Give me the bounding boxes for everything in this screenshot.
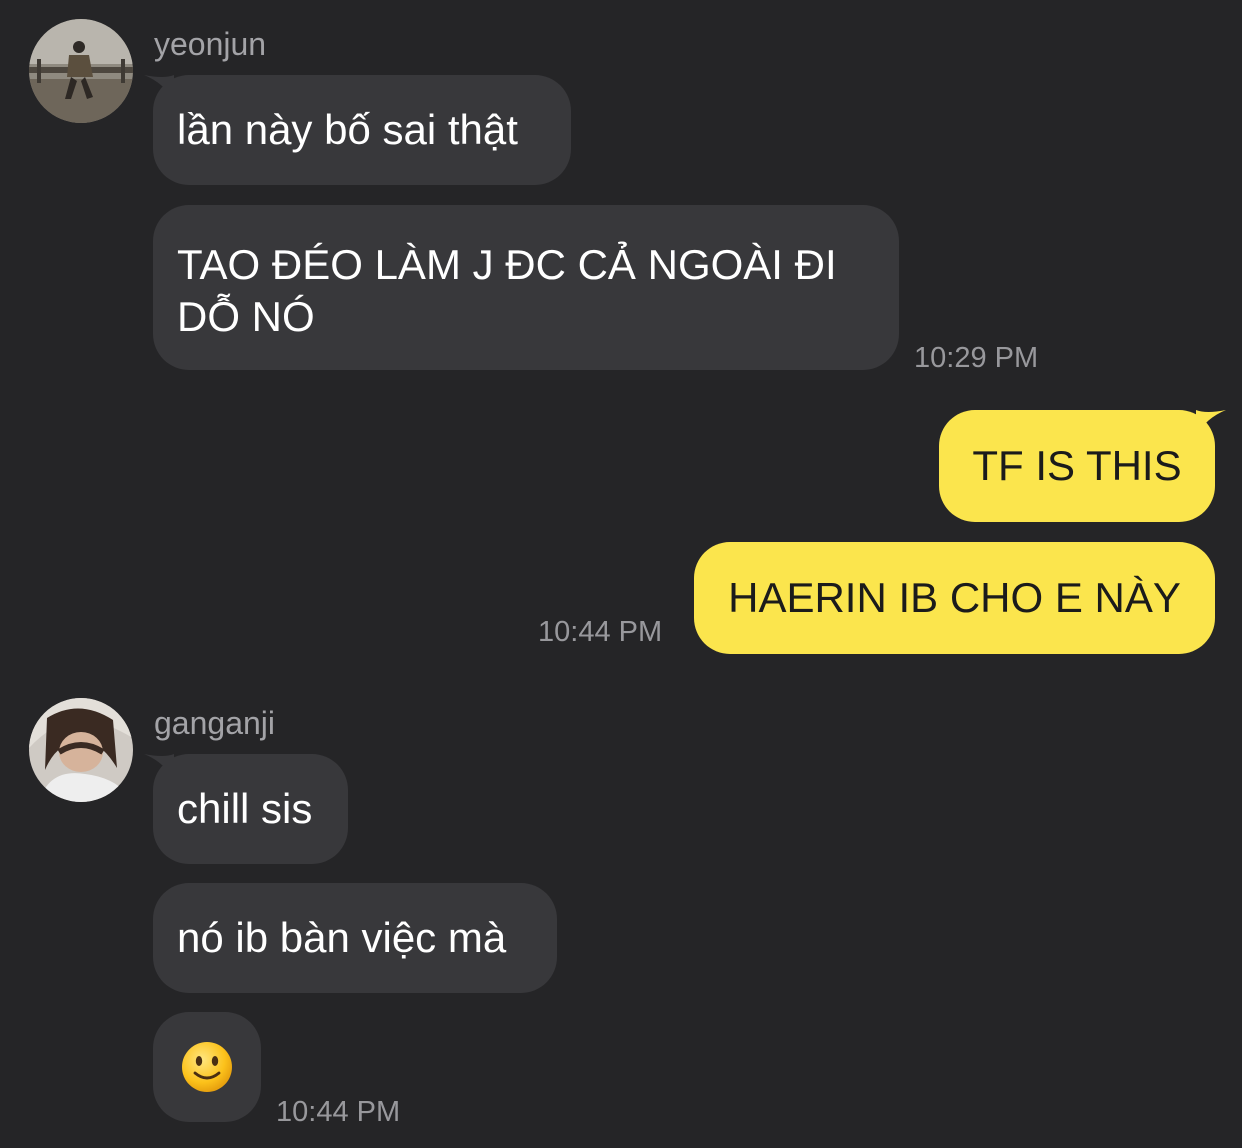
message-bubble[interactable]: nó ib bàn việc mà <box>153 883 557 993</box>
bubble-tail <box>144 754 174 780</box>
bubble-tail <box>144 75 174 101</box>
message-bubble[interactable]: TF IS THIS <box>939 410 1215 522</box>
message-timestamp: 10:29 PM <box>914 342 1039 374</box>
sender-name: yeonjun <box>154 26 267 62</box>
profile-photo-icon <box>29 698 133 802</box>
message-text: HAERIN IB CHO E NÀY <box>728 574 1181 621</box>
message-text: chill sis <box>177 785 313 832</box>
message-bubble[interactable]: TAO ĐÉO LÀM J ĐC CẢ NGOÀI ĐI DỖ NÓ <box>153 205 899 370</box>
sender-name: ganganji <box>154 705 275 741</box>
message-text: lần này bố sai thật <box>177 106 518 153</box>
message-timestamp: 10:44 PM <box>276 1096 401 1128</box>
message-timestamp: 10:44 PM <box>538 616 663 648</box>
message-text: nó ib bàn việc mà <box>177 914 507 961</box>
message-text: TAO ĐÉO LÀM J ĐC CẢ NGOÀI ĐI DỖ NÓ <box>177 241 837 340</box>
profile-photo-icon <box>29 19 133 123</box>
message-bubble[interactable]: HAERIN IB CHO E NÀY <box>694 542 1215 654</box>
message-text: TF IS THIS <box>972 442 1182 489</box>
emoji-message-bubble[interactable] <box>153 1012 261 1122</box>
slightly-smiling-face-icon <box>182 1042 232 1092</box>
avatar-ganganji[interactable] <box>29 698 133 802</box>
message-bubble[interactable]: lần này bố sai thật <box>153 75 571 185</box>
message-bubble[interactable]: chill sis <box>153 754 348 864</box>
avatar-yeonjun[interactable] <box>29 19 133 123</box>
bubble-tail <box>1196 410 1226 436</box>
